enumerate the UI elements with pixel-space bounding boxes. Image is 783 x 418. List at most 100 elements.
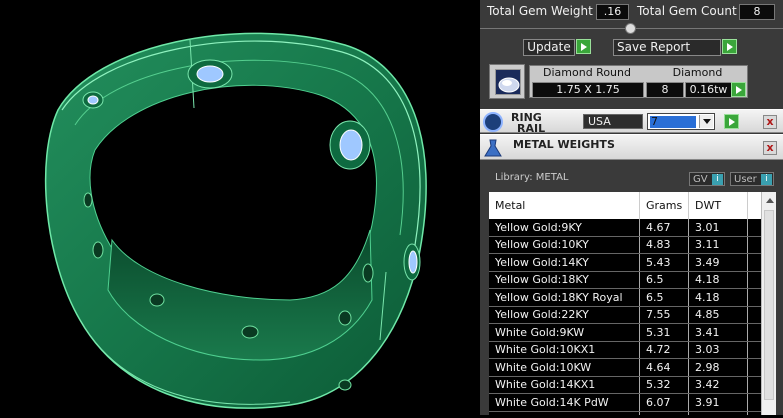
table-row[interactable]: White Gold:10KX1 4.72 3.03 (489, 341, 766, 359)
diamond-icon (495, 69, 521, 95)
cell-dwt: 4.85 (688, 306, 748, 324)
scrollbar-thumb[interactable] (764, 210, 774, 400)
cell-dwt: 3.49 (688, 253, 748, 272)
gem-count: 8 (646, 82, 684, 98)
cell-dwt: 2.98 (688, 358, 748, 377)
cell-metal: Yellow Gold:10KY (489, 236, 640, 254)
info-icon: i (761, 174, 772, 185)
cell-grams: 6.5 (639, 271, 689, 289)
cell-dwt: 4.18 (688, 271, 748, 289)
save-report-go-button[interactable] (722, 39, 737, 54)
update-go-button[interactable] (576, 39, 591, 54)
gem-go-button[interactable] (731, 82, 746, 97)
column-header-metal[interactable]: Metal (489, 192, 640, 219)
close-icon[interactable]: x (763, 141, 777, 155)
ring-size-select[interactable]: 7 (647, 113, 715, 130)
gem-setting (403, 243, 421, 281)
cell-grams: 4.64 (639, 358, 689, 377)
total-gem-weight-label: Total Gem Weight (487, 4, 593, 18)
table-row[interactable]: Yellow Gold:18KY 6.5 4.18 (489, 271, 766, 289)
column-header-grams[interactable]: Grams (639, 192, 689, 219)
table-row[interactable]: White Gold:14KX1 5.32 3.42 (489, 376, 766, 394)
table-row[interactable]: White Gold:14KW4.733.05 (489, 411, 766, 415)
gem-setting (187, 59, 233, 89)
splitter-handle[interactable] (625, 23, 636, 34)
gem-thumbnail[interactable] (489, 64, 525, 99)
save-report-button[interactable]: Save Report (613, 39, 721, 56)
close-icon[interactable]: x (763, 115, 777, 129)
3d-viewport[interactable] (0, 0, 480, 415)
cell-metal: Yellow Gold:14KY (489, 253, 640, 272)
column-header-dwt[interactable]: DWT (688, 192, 748, 219)
ring-rail-go-button[interactable] (724, 114, 739, 129)
cell-dwt: 3.01 (688, 219, 748, 237)
cell-dwt: 3.42 (688, 376, 748, 394)
total-gem-weight-value: .16 (596, 4, 629, 20)
gem-setting (82, 91, 104, 109)
metal-weights-title: METAL WEIGHTS (513, 138, 615, 151)
gem-shape-header: Diamond Round (543, 66, 631, 79)
cell-grams: 6.5 (639, 288, 689, 307)
table-row[interactable]: Yellow Gold:9KY 4.67 3.01 (489, 219, 766, 237)
gem-size: 1.75 X 1.75 (532, 82, 644, 98)
scroll-up-icon[interactable] (766, 198, 774, 203)
cell-grams: 5.32 (639, 376, 689, 394)
ring-rail-bar: RING RAIL USA 7 x (480, 109, 783, 135)
gem-report-panel: Total Gem Weight .16 Total Gem Count 8 U… (480, 0, 783, 415)
cell-metal: White Gold:14KX1 (489, 376, 640, 394)
cell-grams: 7.55 (639, 306, 689, 324)
table-row[interactable]: Yellow Gold:14KY 5.43 3.49 (489, 253, 766, 272)
cell-metal: White Gold:9KW (489, 323, 640, 342)
cell-metal: Yellow Gold:18KY (489, 271, 640, 289)
metal-table[interactable]: Metal Grams DWT Yellow Gold:9KY 4.67 3.01 Y… (489, 192, 776, 415)
cell-metal: White Gold:14K PdW (489, 393, 640, 412)
metal-weights-body: Library: METAL GV i User i Metal Grams D… (486, 161, 783, 415)
save-report-label: Save Report (617, 40, 691, 54)
update-button[interactable]: Update (523, 39, 575, 56)
table-row[interactable]: Yellow Gold:10KY 4.83 3.11 (489, 236, 766, 254)
ring-icon (483, 112, 503, 132)
user-toggle[interactable]: User i (730, 172, 774, 186)
cell-metal: White Gold:10KW (489, 358, 640, 377)
user-label: User (734, 174, 757, 185)
cell-dwt: 3.41 (688, 323, 748, 342)
cell-dwt: 3.05 (688, 411, 748, 415)
flask-icon (483, 138, 503, 158)
gem-type-header: Diamond (672, 66, 723, 79)
chevron-down-icon[interactable] (699, 115, 713, 128)
table-row[interactable]: Yellow Gold:18KY Royal 6.5 4.18 (489, 288, 766, 307)
ring-size-standard[interactable]: USA (583, 114, 643, 129)
cell-dwt: 3.11 (688, 236, 748, 254)
cell-metal: Yellow Gold:22KY (489, 306, 640, 324)
cell-metal: Yellow Gold:18KY Royal (489, 288, 640, 307)
cell-metal: Yellow Gold:9KY (489, 219, 640, 237)
cell-grams: 5.31 (639, 323, 689, 342)
ring-size-value: 7 (650, 116, 696, 128)
cell-metal: White Gold:10KX1 (489, 341, 640, 359)
cell-grams: 4.67 (639, 219, 689, 237)
cell-grams: 4.73 (639, 411, 689, 415)
total-gem-count-label: Total Gem Count (637, 4, 737, 18)
gem-table: Diamond Round Diamond 1.75 X 1.75 8 0.16… (529, 65, 748, 98)
cell-grams: 5.43 (639, 253, 689, 272)
ring-size-standard-value: USA (588, 115, 611, 128)
total-gem-count-value: 8 (739, 4, 775, 20)
table-header: Metal Grams DWT (489, 192, 766, 219)
ring-model[interactable] (0, 0, 480, 415)
cell-metal: White Gold:14KW (489, 411, 640, 415)
cell-grams: 4.72 (639, 341, 689, 359)
table-row[interactable]: White Gold:9KW 5.31 3.41 (489, 323, 766, 342)
cell-dwt: 3.03 (688, 341, 748, 359)
info-icon: i (712, 174, 723, 185)
gv-toggle[interactable]: GV i (689, 172, 725, 186)
table-row[interactable]: Yellow Gold:22KY 7.55 4.85 (489, 306, 766, 324)
gv-label: GV (693, 174, 708, 185)
metal-weights-bar: METAL WEIGHTS x (480, 134, 783, 160)
table-row[interactable]: White Gold:10KW 4.64 2.98 (489, 358, 766, 377)
cell-dwt: 4.18 (688, 288, 748, 307)
cell-grams: 6.07 (639, 393, 689, 412)
gem-weight: 0.16tw (685, 82, 732, 98)
table-row[interactable]: White Gold:14K PdW 6.07 3.91 (489, 393, 766, 412)
cell-grams: 4.83 (639, 236, 689, 254)
scrollbar[interactable] (761, 192, 776, 415)
